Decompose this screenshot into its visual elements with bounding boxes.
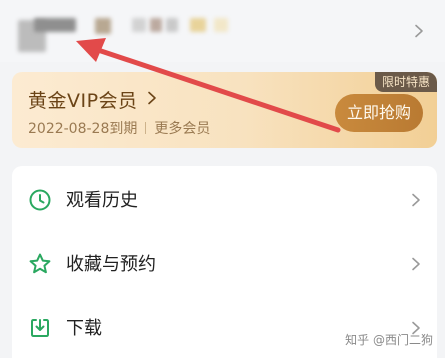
chevron-right-icon[interactable] (414, 24, 424, 38)
page: 黄金VIP会员 2022-08-28到期更多会员 限时特惠 立即抢购 观看历史 (0, 0, 445, 358)
more-memberships-link[interactable]: 更多会员 (154, 121, 210, 137)
menu-item-favorites[interactable]: 收藏与预约 (12, 232, 437, 296)
star-icon (28, 252, 52, 276)
profile-header[interactable] (0, 0, 445, 62)
username-blurred (34, 18, 76, 32)
menu-item-download[interactable]: 下载 (12, 296, 437, 358)
vip-expiry: 2022-08-28到期 (28, 121, 138, 137)
badge-blurred (95, 18, 111, 34)
vip-meta: 2022-08-28到期 更多会员 (28, 118, 210, 138)
chevron-right-icon[interactable] (147, 91, 157, 105)
info-blurred (166, 18, 178, 32)
info-blurred (214, 18, 228, 32)
buy-now-button[interactable]: 立即抢购 (335, 94, 423, 132)
info-blurred (190, 18, 206, 32)
clock-icon (28, 188, 52, 212)
info-blurred (132, 18, 146, 32)
chevron-right-icon (411, 257, 421, 271)
watermark: 知乎 @西门二狗 (345, 333, 433, 347)
info-blurred (150, 18, 162, 32)
menu-item-label: 下载 (66, 318, 102, 339)
menu-item-label: 收藏与预约 (66, 254, 156, 275)
menu-item-history[interactable]: 观看历史 (12, 168, 437, 232)
divider (145, 122, 147, 134)
menu-list: 观看历史 收藏与预约 下载 (12, 166, 437, 358)
vip-title[interactable]: 黄金VIP会员 (28, 86, 138, 113)
chevron-right-icon (411, 193, 421, 207)
download-icon (28, 316, 52, 340)
menu-item-label: 观看历史 (66, 190, 138, 211)
vip-card[interactable]: 黄金VIP会员 2022-08-28到期 更多会员 限时特惠 立即抢购 (12, 72, 437, 148)
promo-tag: 限时特惠 (374, 72, 437, 92)
